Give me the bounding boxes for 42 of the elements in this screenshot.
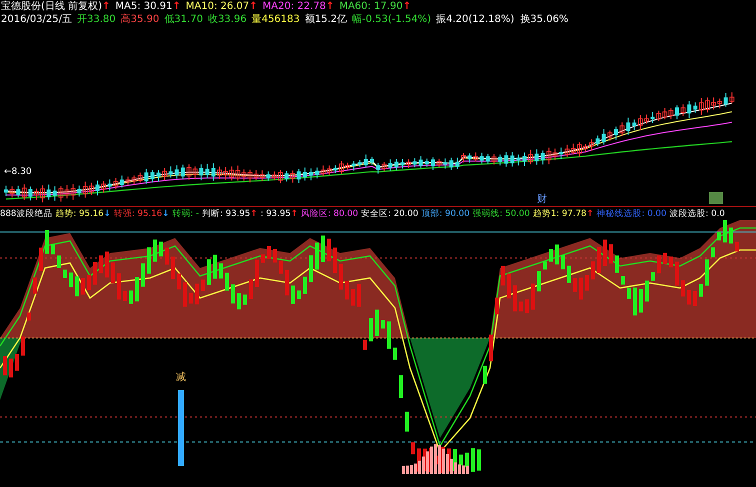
trend-arrow: ↑ bbox=[586, 208, 594, 220]
indicator-label: 强弱线: 50.00 bbox=[472, 208, 530, 220]
indicator-label: : 93.95 bbox=[260, 208, 291, 220]
quote-value: 2016/03/25/五 bbox=[1, 14, 72, 26]
indicator-label: 转弱: - bbox=[172, 208, 200, 220]
indicator-label: 趋势1: 97.78 bbox=[532, 208, 587, 220]
quote-value: 高35.90 bbox=[120, 14, 160, 26]
indicator-label: 顶部: 90.00 bbox=[421, 208, 470, 220]
trend-arrow: ↑ bbox=[402, 0, 412, 12]
quote-value: 幅-0.53(-1.54%) bbox=[352, 14, 432, 26]
trend-arrow: ↑ bbox=[172, 0, 181, 12]
quote-value: 收33.96 bbox=[208, 14, 247, 26]
price-label: ←8.30 bbox=[4, 167, 32, 177]
moving-average-label: MA60: 17.90 bbox=[339, 0, 403, 12]
indicator-label: 趋势: 95.16 bbox=[55, 208, 104, 220]
trend-arrow: ↑ bbox=[290, 208, 298, 220]
indicator-label: 波段选股: 0.0 bbox=[670, 208, 725, 220]
trend-arrow: ↑ bbox=[102, 0, 110, 12]
tag-icon bbox=[709, 192, 723, 204]
indicator-marker: 减 bbox=[176, 372, 186, 383]
trend-arrow: ↑ bbox=[326, 0, 334, 12]
trend-arrow: ↑ bbox=[249, 0, 258, 12]
moving-average-label: MA10: 26.07 bbox=[186, 0, 250, 12]
chart-marker: 财 bbox=[537, 194, 547, 205]
quote-value: 额15.2亿 bbox=[304, 14, 348, 26]
indicator-label: 888波段绝品 bbox=[0, 208, 52, 220]
indicator-label: 神秘线选股: 0.00 bbox=[596, 208, 666, 220]
indicator-label: 转强: 95.16 bbox=[114, 208, 162, 220]
trend-arrow: ↓ bbox=[162, 208, 170, 220]
moving-average-label: MA20: 22.78 bbox=[262, 0, 326, 12]
quote-value: 开33.80 bbox=[77, 14, 116, 26]
indicator-label: 判断: 93.95 bbox=[202, 208, 250, 220]
quote-value: 低31.70 bbox=[164, 14, 203, 26]
trend-arrow: ↑ bbox=[250, 208, 258, 220]
moving-average-label: MA5: 30.91 bbox=[115, 0, 172, 12]
trend-arrow: ↓ bbox=[104, 208, 111, 220]
stock-title: 宝德股份(日线 前复权) bbox=[1, 0, 102, 12]
indicator-label: 风险区: 80.00 bbox=[300, 208, 358, 220]
quote-value: 换35.06% bbox=[519, 14, 570, 26]
indicator-label: 安全区: 20.00 bbox=[361, 208, 418, 220]
quote-value: 量456183 bbox=[252, 14, 300, 26]
quote-value: 振4.20(12.18%) bbox=[436, 14, 514, 26]
